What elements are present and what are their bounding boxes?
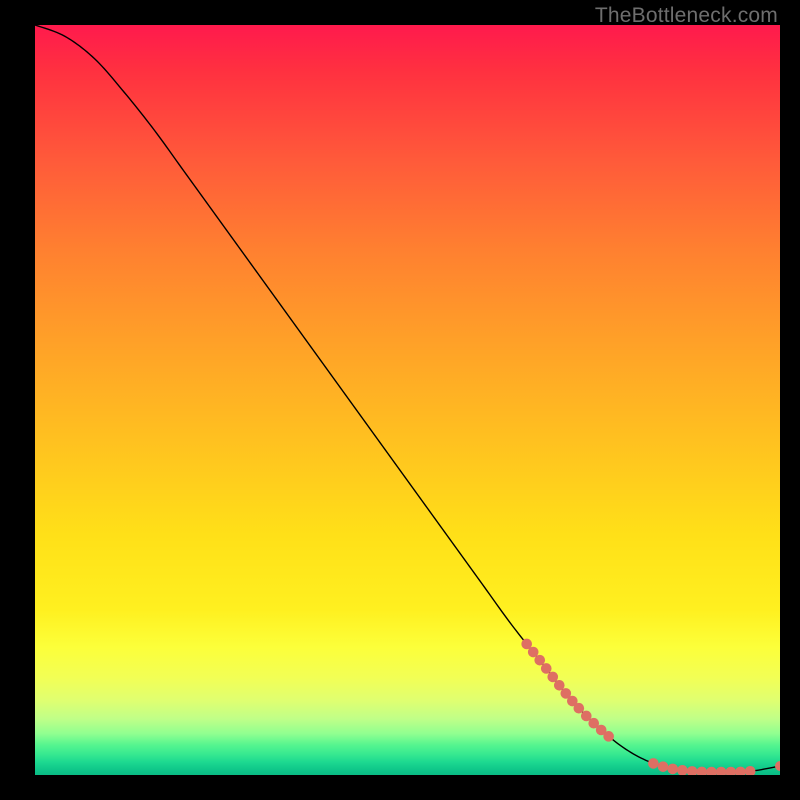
plot-area <box>35 25 780 775</box>
curve-marker <box>745 766 756 775</box>
curve-marker <box>735 767 746 775</box>
bottleneck-curve <box>35 25 780 772</box>
curve-marker <box>716 767 727 775</box>
curve-marker <box>706 767 717 775</box>
curve-marker <box>726 767 737 775</box>
curve-marker <box>648 758 659 769</box>
curve-marker <box>541 663 552 674</box>
curve-marker <box>687 766 698 775</box>
curve-marker <box>667 764 678 775</box>
curve-marker <box>696 767 707 775</box>
curve-marker <box>574 703 585 714</box>
watermark-text: TheBottleneck.com <box>595 4 778 28</box>
chart-frame: TheBottleneck.com <box>0 0 800 800</box>
curve-marker <box>547 672 558 683</box>
curve-marker <box>658 761 669 772</box>
marker-group <box>521 639 780 775</box>
curve-marker <box>534 655 545 666</box>
chart-svg <box>35 25 780 775</box>
curve-end-marker <box>775 761 780 771</box>
curve-marker <box>603 731 614 742</box>
curve-marker <box>677 765 688 775</box>
